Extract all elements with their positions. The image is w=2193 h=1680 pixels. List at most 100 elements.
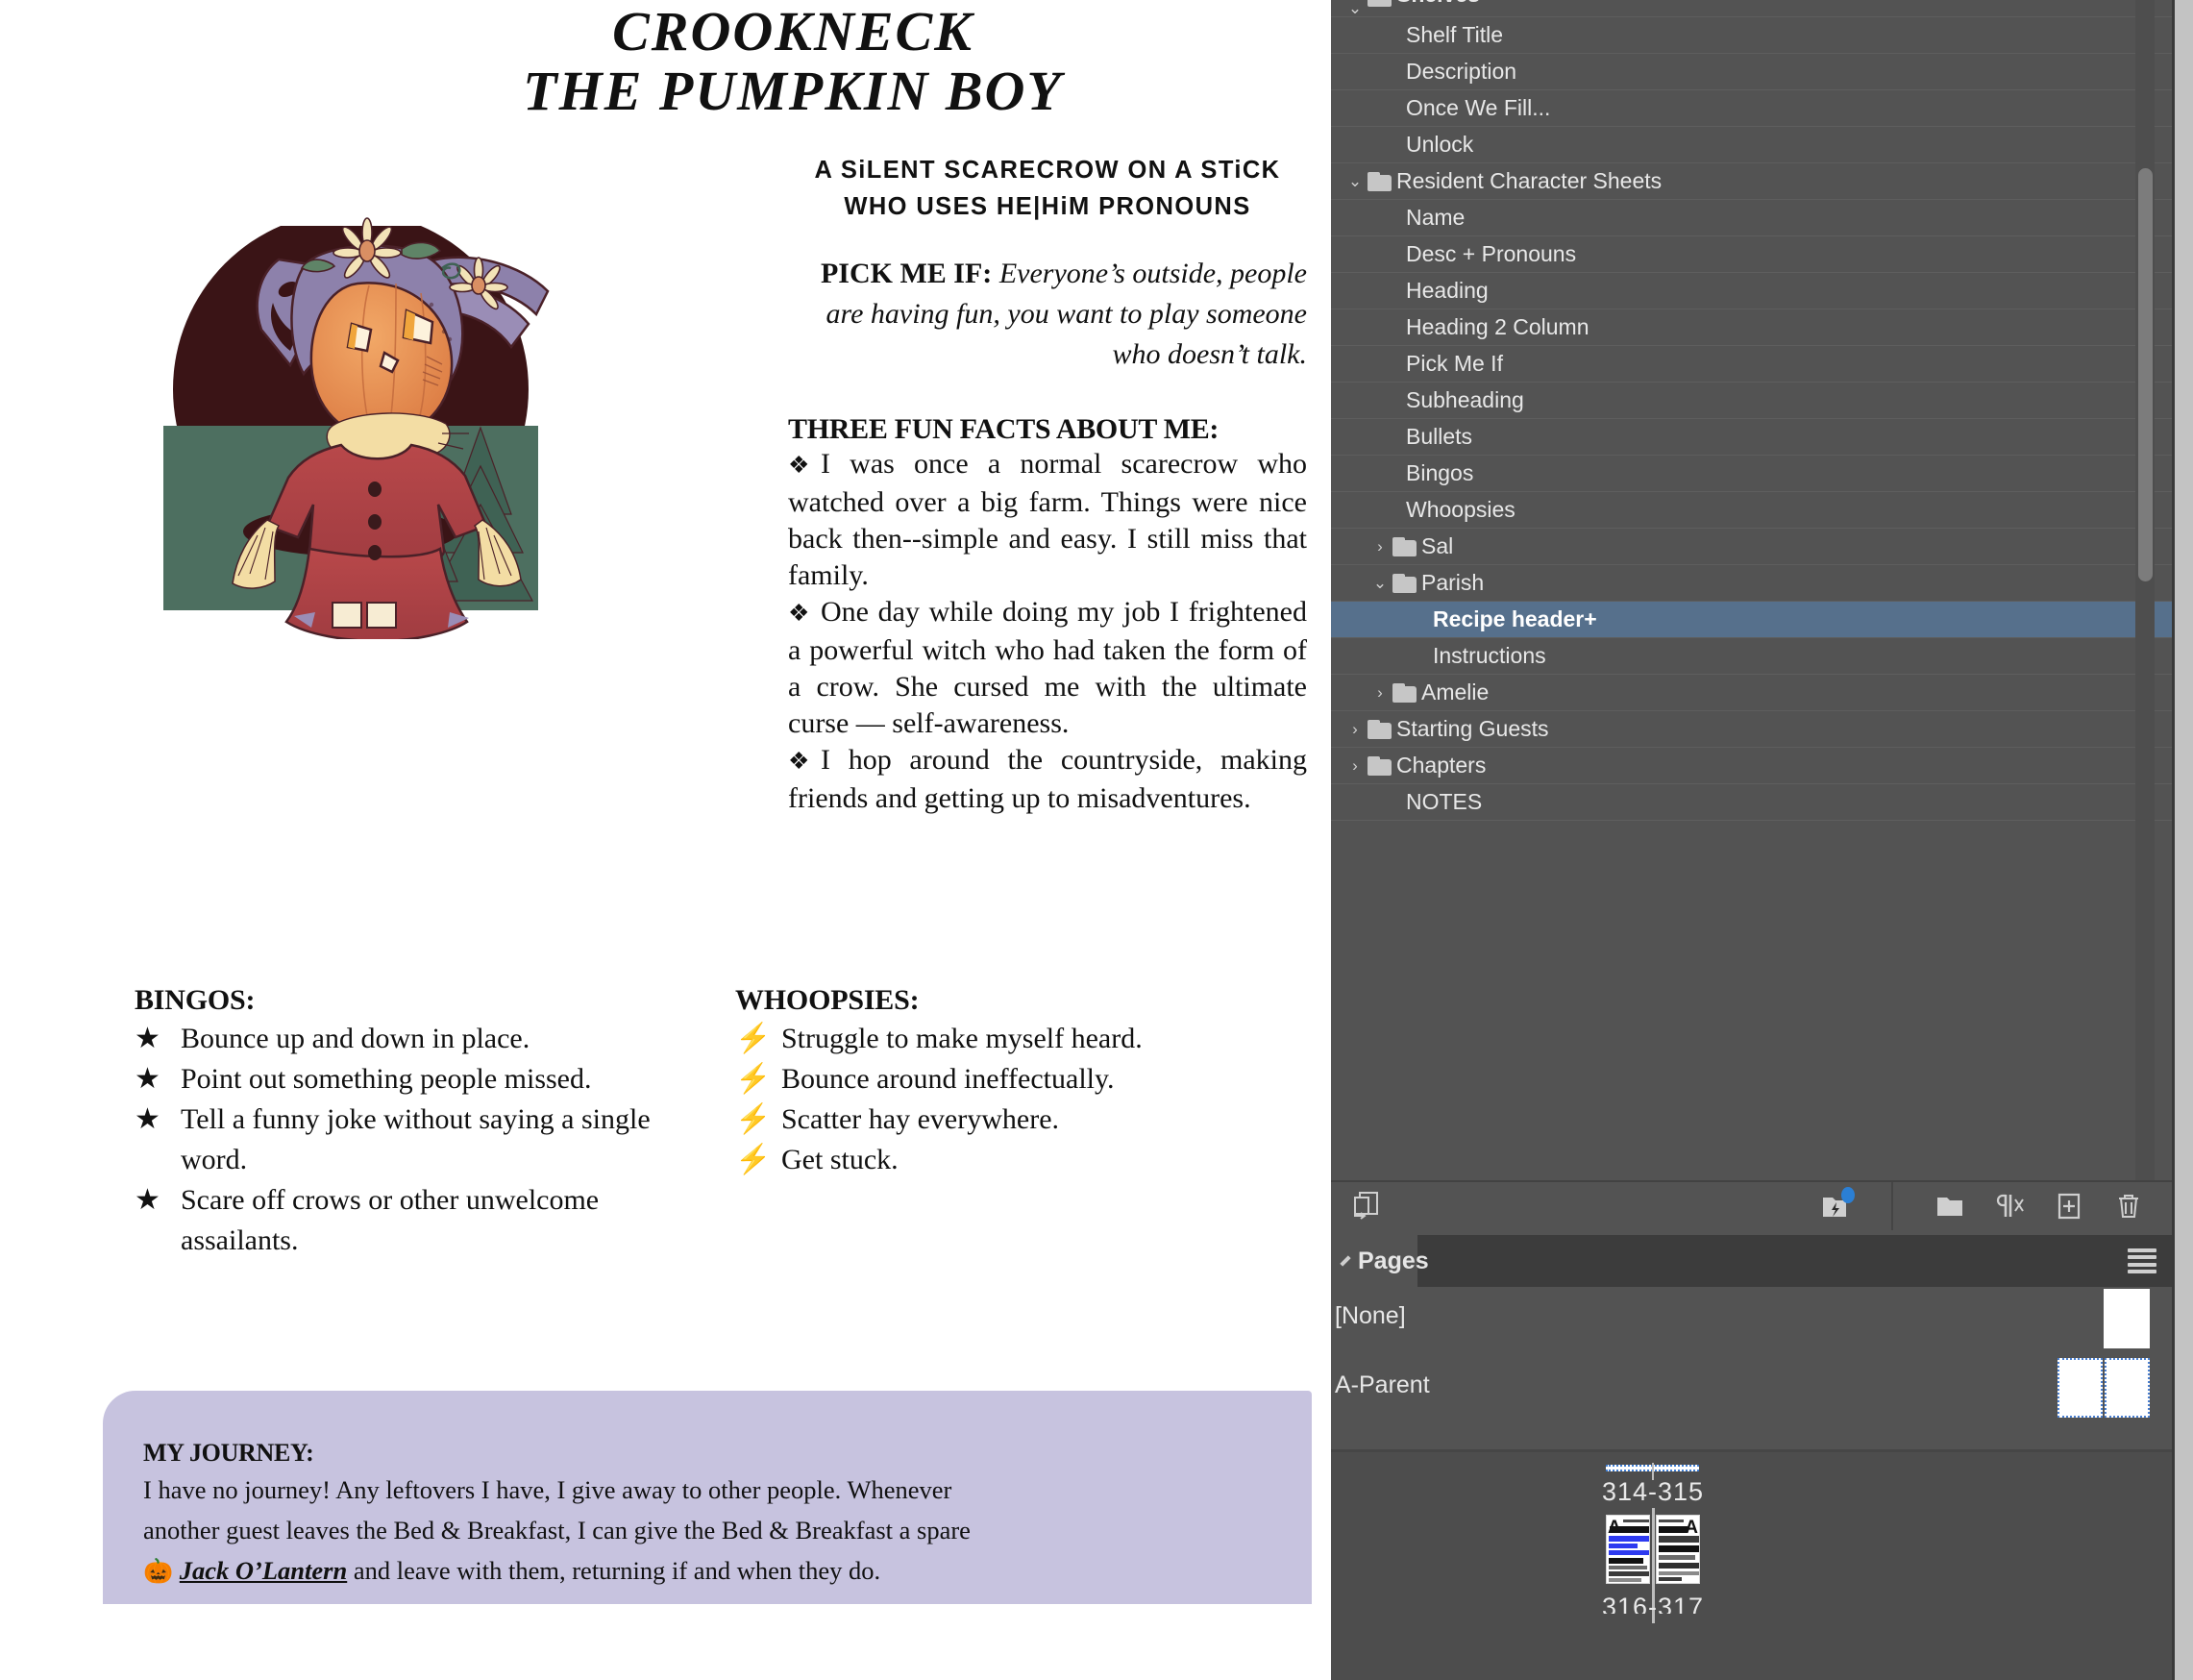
star-bullet-icon: ★ <box>135 1184 160 1216</box>
layer-label: Subheading <box>1406 387 1524 412</box>
layer-row-notes[interactable]: NOTES <box>1331 784 2172 821</box>
layer-row-whoopsies[interactable]: Whoopsies <box>1331 492 2172 529</box>
chevron-right-icon[interactable]: › <box>1368 537 1392 556</box>
subheading: A SiLENT SCARECROW ON A STiCK WHO USES H… <box>788 152 1307 225</box>
jack-o-lantern-icon: 🎃 <box>143 1559 174 1585</box>
title-line-1: CROOKNECK <box>612 0 973 62</box>
fun-facts-heading: THREE FUN FACTS ABOUT ME: <box>788 413 1220 445</box>
layers-panel-toolbar[interactable] <box>1331 1180 2172 1230</box>
tab-pages[interactable]: Pages <box>1331 1235 1429 1287</box>
scarecrow-illustration[interactable] <box>144 168 653 639</box>
chevron-right-icon[interactable]: › <box>1343 720 1368 739</box>
collapse-diamond-icon[interactable] <box>1340 1255 1351 1267</box>
folder-icon <box>1368 719 1396 739</box>
chevron-down-icon[interactable]: ⌄ <box>1343 0 1368 16</box>
folder-icon <box>1392 573 1421 593</box>
layer-label: Unlock <box>1406 132 1474 157</box>
layer-label: Once We Fill... <box>1406 95 1551 120</box>
layer-row-starting-guests[interactable]: › Starting Guests <box>1331 711 2172 748</box>
layer-row-bingos[interactable]: Bingos <box>1331 456 2172 492</box>
whoopsies-section: WHOOPSIES: ⚡ Struggle to make myself hear… <box>735 982 1235 1180</box>
layer-label: Bullets <box>1406 424 1473 449</box>
layer-label: Parish <box>1421 570 1485 595</box>
trash-icon[interactable] <box>2112 1190 2145 1223</box>
lightning-bullet-icon: ⚡ <box>735 1063 772 1095</box>
pages-panel-tabbar: Pages <box>1331 1235 2172 1287</box>
layer-row-unlock[interactable]: Unlock <box>1331 127 2172 163</box>
layer-row-name[interactable]: Name <box>1331 200 2172 236</box>
star-bullet-icon: ★ <box>135 1103 160 1135</box>
layer-label: Heading <box>1406 278 1489 303</box>
parent-pages-list[interactable]: [None] A-Parent <box>1331 1287 2172 1452</box>
list-item: ★ Bounce up and down in place. <box>135 1019 692 1059</box>
layer-row-amelie[interactable]: › Amelie <box>1331 675 2172 711</box>
parent-thumbnail-none[interactable] <box>2104 1289 2150 1348</box>
layer-label: Chapters <box>1396 753 1487 778</box>
document-canvas[interactable]: CROOKNECK THE PUMPKIN BOY A SiLENT SCARE… <box>0 0 1327 1680</box>
layer-row-shelves[interactable]: ⌄ Shelves <box>1331 0 2172 17</box>
layer-row-heading-2-column[interactable]: Heading 2 Column <box>1331 309 2172 346</box>
page-thumbnail-315[interactable]: A <box>1656 1515 1700 1584</box>
layer-row-resident-character-sheets[interactable]: ⌄ Resident Character Sheets <box>1331 163 2172 200</box>
my-journey-line-2: another guest leaves the Bed & Breakfast… <box>143 1516 971 1544</box>
layer-label: Bingos <box>1406 460 1474 485</box>
parent-row-none[interactable]: [None] <box>1331 1287 2172 1356</box>
toolbar-left-group <box>1331 1189 1383 1224</box>
new-layer-icon[interactable] <box>2053 1190 2085 1223</box>
folder-icon <box>1368 171 1396 191</box>
layers-scrollbar-thumb[interactable] <box>2138 168 2153 581</box>
layer-row-pick-me-if[interactable]: Pick Me If <box>1331 346 2172 383</box>
layer-row-subheading[interactable]: Subheading <box>1331 383 2172 419</box>
jack-o-lantern-link[interactable]: Jack O’Lantern <box>180 1556 347 1585</box>
layer-row-parish[interactable]: ⌄ Parish <box>1331 565 2172 602</box>
new-layer-group-icon[interactable] <box>1934 1190 1966 1223</box>
swirl-bullet-icon: ❖ <box>788 601 810 627</box>
layer-row-desc-pronouns[interactable]: Desc + Pronouns <box>1331 236 2172 273</box>
flatten-transparency-icon[interactable] <box>1818 1187 1855 1223</box>
pages-spread-list[interactable]: 314-315 A 316-317 <box>1331 1452 2172 1675</box>
layer-label: Whoopsies <box>1406 497 1515 522</box>
pages-panel[interactable]: Pages [None] A-Parent 314-315 A 316-317 <box>1331 1235 2172 1680</box>
layer-row-bullets[interactable]: Bullets <box>1331 419 2172 456</box>
chevron-right-icon[interactable]: › <box>1368 683 1392 703</box>
list-item: ⚡ Bounce around ineffectually. <box>735 1059 1235 1099</box>
list-item: ★ Tell a funny joke without saying a sing… <box>135 1099 692 1180</box>
tab-pages-label: Pages <box>1358 1247 1429 1274</box>
layer-row-recipe-header[interactable]: Recipe header+ <box>1331 602 2172 638</box>
folder-icon <box>1368 755 1396 776</box>
hamburger-menu-icon[interactable] <box>2128 1248 2156 1273</box>
list-item: ⚡ Struggle to make myself heard. <box>735 1019 1235 1059</box>
delete-unused-styles-icon[interactable] <box>1993 1190 2026 1223</box>
layer-label: Heading 2 Column <box>1406 314 1589 339</box>
layer-row-instructions[interactable]: Instructions <box>1331 638 2172 675</box>
folder-icon <box>1392 536 1421 556</box>
page-thumbnail-314[interactable]: A <box>1606 1515 1650 1584</box>
parent-row-a-parent[interactable]: A-Parent <box>1331 1356 2172 1425</box>
layer-row-once-we-fill[interactable]: Once We Fill... <box>1331 90 2172 127</box>
chevron-down-icon[interactable]: ⌄ <box>1343 172 1368 191</box>
layers-panel-list[interactable]: ⌄ Shelves Shelf Title Description Once W… <box>1331 0 2172 1180</box>
panel-right-edge <box>2172 0 2193 1680</box>
chevron-down-icon[interactable]: ⌄ <box>1368 574 1392 593</box>
chevron-right-icon[interactable]: › <box>1343 756 1368 776</box>
my-journey-line-3: 🎃 Jack O’Lantern and leave with them, re… <box>143 1550 1271 1593</box>
spread-label-314-315: 314-315 <box>1601 1477 1705 1506</box>
parent-thumbnail-spread[interactable] <box>2057 1358 2150 1418</box>
panel-dock: ⌄ Shelves Shelf Title Description Once W… <box>1327 0 2193 1680</box>
layer-row-sal[interactable]: › Sal <box>1331 529 2172 565</box>
pick-me-if-paragraph: PICK ME IF: Everyone’s outside, people a… <box>788 254 1307 375</box>
layer-row-heading[interactable]: Heading <box>1331 273 2172 309</box>
page-transition-icon[interactable] <box>1350 1189 1383 1222</box>
layer-row-shelf-title[interactable]: Shelf Title <box>1331 17 2172 54</box>
layer-label: Amelie <box>1421 679 1490 704</box>
layer-label: Shelf Title <box>1406 22 1503 47</box>
layer-label: Resident Character Sheets <box>1396 168 1663 193</box>
update-badge <box>1841 1187 1855 1203</box>
layer-row-description[interactable]: Description <box>1331 54 2172 90</box>
layers-scrollbar-track[interactable] <box>2135 0 2155 1180</box>
layer-label: Shelves <box>1396 0 2172 8</box>
fun-fact-item: ❖ One day while doing my job I frightened… <box>788 594 1307 742</box>
fun-fact-item: ❖ I hop around the countryside, making fr… <box>788 742 1307 817</box>
layer-row-chapters[interactable]: › Chapters <box>1331 748 2172 784</box>
spread-thumbnails[interactable]: A A <box>1606 1515 1700 1584</box>
